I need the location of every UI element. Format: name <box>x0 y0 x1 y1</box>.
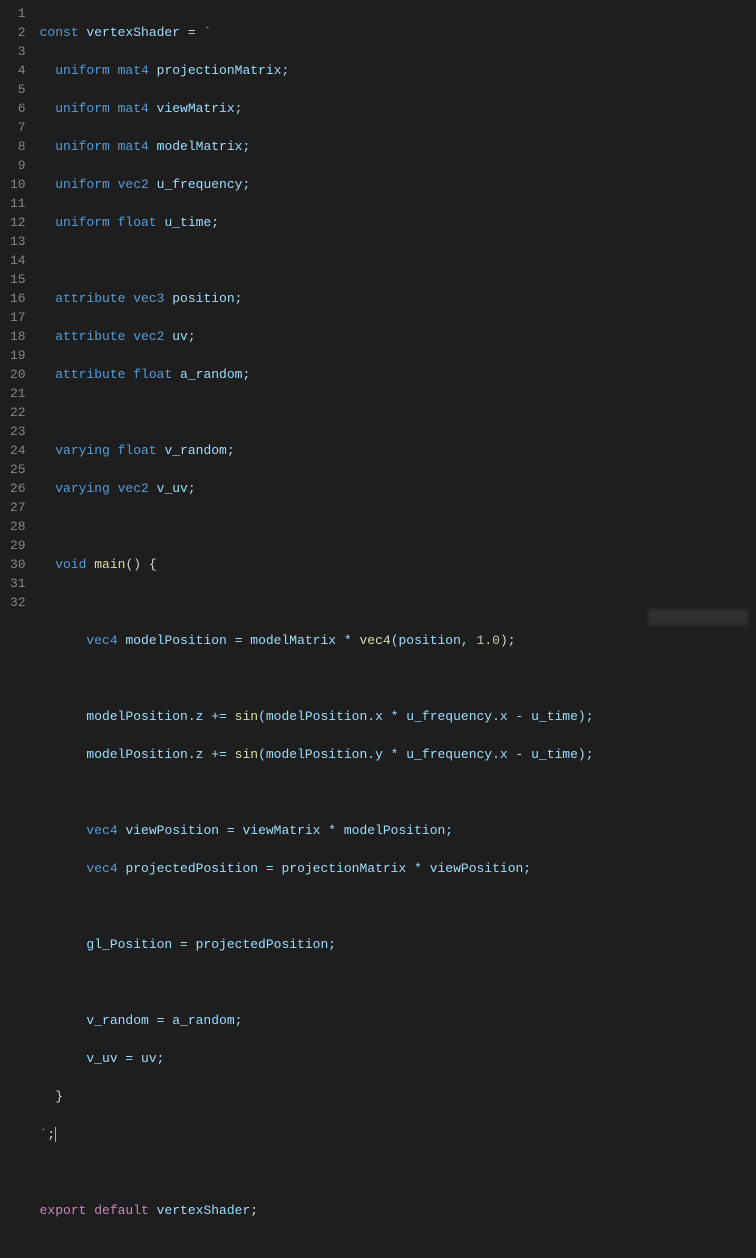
line-number: 26 <box>10 479 26 498</box>
line-number: 10 <box>10 175 26 194</box>
line-number: 3 <box>10 42 26 61</box>
code-line[interactable] <box>40 1163 756 1182</box>
line-number: 24 <box>10 441 26 460</box>
code-line[interactable]: modelPosition.z += sin(modelPosition.x *… <box>40 707 756 726</box>
code-line[interactable] <box>40 251 756 270</box>
line-number-gutter: 1 2 3 4 5 6 7 8 9 10 11 12 13 14 15 16 1… <box>0 0 40 629</box>
line-number: 15 <box>10 270 26 289</box>
code-line[interactable] <box>40 669 756 688</box>
line-number: 11 <box>10 194 26 213</box>
code-line[interactable]: gl_Position = projectedPosition; <box>40 935 756 954</box>
line-number: 12 <box>10 213 26 232</box>
line-number: 31 <box>10 574 26 593</box>
code-line[interactable]: v_random = a_random; <box>40 1011 756 1030</box>
code-line[interactable]: uniform vec2 u_frequency; <box>40 175 756 194</box>
line-number: 16 <box>10 289 26 308</box>
code-line[interactable]: attribute vec3 position; <box>40 289 756 308</box>
line-number: 13 <box>10 232 26 251</box>
line-number: 22 <box>10 403 26 422</box>
code-line[interactable] <box>40 973 756 992</box>
line-number: 4 <box>10 61 26 80</box>
code-line[interactable]: void main() { <box>40 555 756 574</box>
line-number: 29 <box>10 536 26 555</box>
code-editor[interactable]: const vertexShader = ` uniform mat4 proj… <box>40 0 756 629</box>
code-line[interactable]: v_uv = uv; <box>40 1049 756 1068</box>
code-line[interactable]: uniform float u_time; <box>40 213 756 232</box>
line-number: 27 <box>10 498 26 517</box>
code-line[interactable]: export default vertexShader; <box>40 1201 756 1220</box>
line-number: 19 <box>10 346 26 365</box>
line-number: 14 <box>10 251 26 270</box>
line-number: 8 <box>10 137 26 156</box>
line-number: 21 <box>10 384 26 403</box>
text-cursor <box>55 1127 56 1142</box>
code-line[interactable]: vec4 modelPosition = modelMatrix * vec4(… <box>40 631 756 650</box>
line-number: 32 <box>10 593 26 612</box>
line-number: 18 <box>10 327 26 346</box>
code-line[interactable] <box>40 403 756 422</box>
code-line[interactable]: vec4 viewPosition = viewMatrix * modelPo… <box>40 821 756 840</box>
line-number: 28 <box>10 517 26 536</box>
code-line[interactable]: `; <box>40 1125 756 1144</box>
code-line[interactable]: const vertexShader = ` <box>40 23 756 42</box>
line-number: 2 <box>10 23 26 42</box>
code-line[interactable]: attribute vec2 uv; <box>40 327 756 346</box>
code-line[interactable]: modelPosition.z += sin(modelPosition.y *… <box>40 745 756 764</box>
line-number: 5 <box>10 80 26 99</box>
line-number: 17 <box>10 308 26 327</box>
line-number: 20 <box>10 365 26 384</box>
code-line[interactable]: uniform mat4 projectionMatrix; <box>40 61 756 80</box>
line-number: 9 <box>10 156 26 175</box>
line-number: 7 <box>10 118 26 137</box>
line-number: 30 <box>10 555 26 574</box>
decorative-smudge <box>648 609 748 625</box>
code-line[interactable]: attribute float a_random; <box>40 365 756 384</box>
code-line[interactable]: varying float v_random; <box>40 441 756 460</box>
code-line[interactable]: uniform mat4 viewMatrix; <box>40 99 756 118</box>
line-number: 6 <box>10 99 26 118</box>
code-line[interactable] <box>40 897 756 916</box>
line-number: 25 <box>10 460 26 479</box>
code-line[interactable]: } <box>40 1087 756 1106</box>
line-number: 23 <box>10 422 26 441</box>
code-line[interactable] <box>40 783 756 802</box>
code-line[interactable]: uniform mat4 modelMatrix; <box>40 137 756 156</box>
code-line[interactable]: vec4 projectedPosition = projectionMatri… <box>40 859 756 878</box>
code-line[interactable]: varying vec2 v_uv; <box>40 479 756 498</box>
code-line[interactable] <box>40 517 756 536</box>
line-number: 1 <box>10 4 26 23</box>
